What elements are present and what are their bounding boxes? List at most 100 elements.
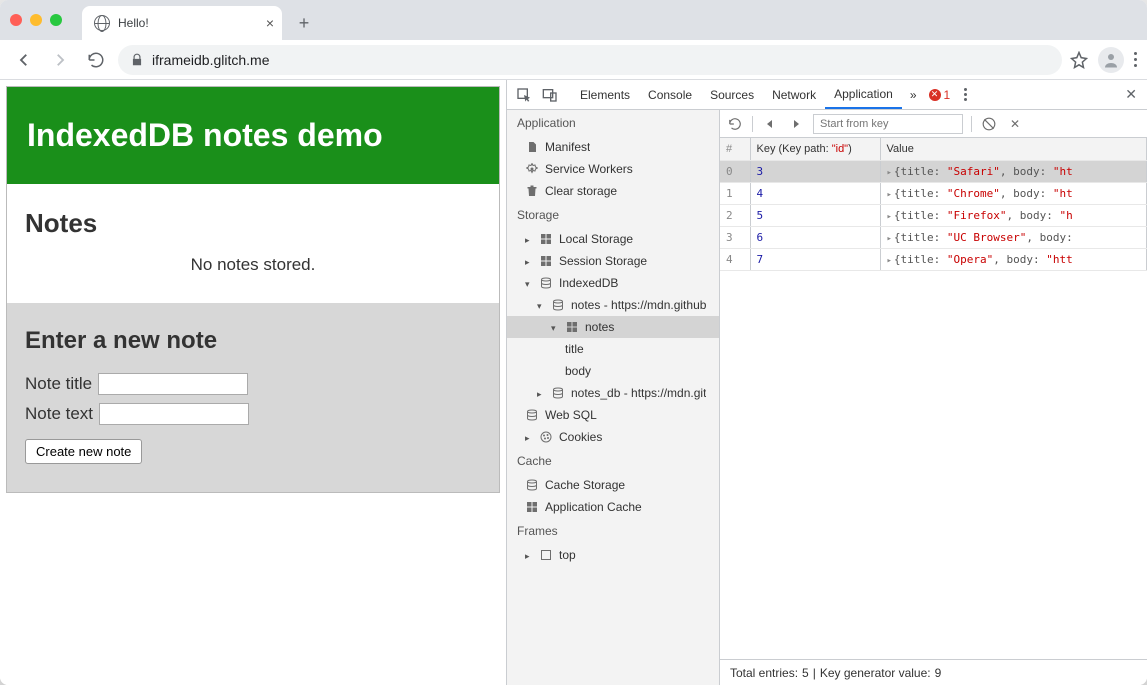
col-index[interactable]: # [720, 138, 750, 160]
forward-button[interactable] [46, 46, 74, 74]
row-index: 1 [720, 182, 750, 204]
row-value: ▸{title: "Chrome", body: "ht [880, 182, 1147, 204]
section-application: Application [507, 110, 719, 136]
form-heading: Enter a new note [25, 327, 481, 355]
device-toolbar-icon[interactable] [539, 84, 561, 106]
sidebar-item-session-storage[interactable]: Session Storage [507, 250, 719, 272]
no-notes-text: No notes stored. [25, 255, 481, 275]
note-text-input[interactable] [99, 403, 249, 425]
lock-icon [130, 53, 144, 67]
new-tab-button[interactable]: + [290, 9, 318, 37]
table-row[interactable]: 36▸{title: "UC Browser", body: [720, 226, 1147, 248]
title-row: Note title [25, 373, 481, 395]
row-index: 2 [720, 204, 750, 226]
frame-icon [539, 548, 553, 562]
tab-elements[interactable]: Elements [571, 80, 639, 109]
close-tab-icon[interactable]: × [266, 15, 274, 31]
clear-store-icon[interactable] [980, 115, 998, 133]
col-key[interactable]: Key (Key path: "id") [750, 138, 880, 160]
more-tabs-icon[interactable]: » [906, 88, 921, 102]
minimize-window-icon[interactable] [30, 14, 42, 26]
sidebar-item-service-workers[interactable]: Service Workers [507, 158, 719, 180]
row-key: 6 [750, 226, 880, 248]
tab-sources[interactable]: Sources [701, 80, 763, 109]
maximize-window-icon[interactable] [50, 14, 62, 26]
gear-icon [525, 162, 539, 176]
sidebar-item-cookies[interactable]: Cookies [507, 426, 719, 448]
create-note-button[interactable]: Create new note [25, 439, 142, 464]
profile-avatar-icon[interactable] [1098, 47, 1124, 73]
browser-tab[interactable]: Hello! × [82, 6, 282, 40]
sidebar-item-app-cache[interactable]: Application Cache [507, 496, 719, 518]
new-note-form: Enter a new note Note title Note text Cr… [7, 303, 499, 492]
inspect-element-icon[interactable] [513, 84, 535, 106]
caret-icon [537, 298, 545, 312]
sidebar-item-manifest[interactable]: Manifest [507, 136, 719, 158]
sidebar-item-indexeddb[interactable]: IndexedDB [507, 272, 719, 294]
devtools-close-icon[interactable]: ✕ [1121, 86, 1141, 103]
sidebar-item-clear-storage[interactable]: Clear storage [507, 180, 719, 202]
browser-menu-icon[interactable] [1134, 52, 1137, 67]
table-row[interactable]: 03▸{title: "Safari", body: "ht [720, 160, 1147, 182]
data-table: # Key (Key path: "id") Value 03▸{title: … [720, 138, 1147, 659]
sidebar-item-index-body[interactable]: body [507, 360, 719, 382]
prev-page-icon[interactable] [761, 115, 779, 133]
error-icon: ✕ [929, 89, 941, 101]
devtools-body: Application Manifest Service Workers Cle… [507, 110, 1147, 685]
database-icon [525, 408, 539, 422]
caret-icon [537, 386, 545, 400]
devtools-tabbar: Elements Console Sources Network Applica… [507, 80, 1147, 110]
tab-application[interactable]: Application [825, 80, 902, 109]
devtools-main: ✕ # Key (Key path: "id") Value 0 [720, 110, 1147, 685]
col-value[interactable]: Value [880, 138, 1147, 160]
content-area: IndexedDB notes demo Notes No notes stor… [0, 80, 1147, 685]
refresh-icon[interactable] [726, 115, 744, 133]
trash-icon [525, 184, 539, 198]
sidebar-item-notes-db[interactable]: notes - https://mdn.github [507, 294, 719, 316]
row-value: ▸{title: "Safari", body: "ht [880, 160, 1147, 182]
table-row[interactable]: 14▸{title: "Chrome", body: "ht [720, 182, 1147, 204]
page-container: IndexedDB notes demo Notes No notes stor… [6, 86, 500, 493]
sidebar-item-cache-storage[interactable]: Cache Storage [507, 474, 719, 496]
cookie-icon [539, 430, 553, 444]
tab-strip: Hello! × + [0, 0, 1147, 40]
sidebar-item-local-storage[interactable]: Local Storage [507, 228, 719, 250]
grid-icon [539, 254, 553, 268]
sidebar-item-notes-store[interactable]: notes [507, 316, 719, 338]
back-button[interactable] [10, 46, 38, 74]
table-row[interactable]: 47▸{title: "Opera", body: "htt [720, 248, 1147, 270]
tab-title: Hello! [118, 16, 149, 30]
database-icon [551, 386, 565, 400]
tab-network[interactable]: Network [763, 80, 825, 109]
total-entries-label: Total entries: [730, 666, 798, 680]
close-window-icon[interactable] [10, 14, 22, 26]
row-value: ▸{title: "Opera", body: "htt [880, 248, 1147, 270]
grid-icon [539, 232, 553, 246]
sidebar-item-top-frame[interactable]: top [507, 544, 719, 566]
sidebar-item-websql[interactable]: Web SQL [507, 404, 719, 426]
row-key: 4 [750, 182, 880, 204]
sidebar-item-notesdb2[interactable]: notes_db - https://mdn.git [507, 382, 719, 404]
section-storage: Storage [507, 202, 719, 228]
section-cache: Cache [507, 448, 719, 474]
webpage: IndexedDB notes demo Notes No notes stor… [0, 80, 506, 685]
bookmark-star-icon[interactable] [1070, 51, 1088, 69]
note-title-input[interactable] [98, 373, 248, 395]
table-row[interactable]: 25▸{title: "Firefox", body: "h [720, 204, 1147, 226]
row-key: 3 [750, 160, 880, 182]
notes-section: Notes No notes stored. [7, 184, 499, 303]
note-title-label: Note title [25, 374, 92, 394]
file-icon [525, 140, 539, 154]
status-bar: Total entries: 5 | Key generator value: … [720, 659, 1147, 685]
delete-selected-icon[interactable]: ✕ [1006, 115, 1024, 133]
reload-button[interactable] [82, 46, 110, 74]
caret-icon [551, 320, 559, 334]
start-key-input[interactable] [813, 114, 963, 134]
next-page-icon[interactable] [787, 115, 805, 133]
devtools-menu-icon[interactable] [954, 84, 976, 106]
address-bar[interactable]: iframeidb.glitch.me [118, 45, 1062, 75]
devtools-panel: Elements Console Sources Network Applica… [506, 80, 1147, 685]
tab-console[interactable]: Console [639, 80, 701, 109]
error-indicator[interactable]: ✕1 [929, 88, 951, 102]
sidebar-item-index-title[interactable]: title [507, 338, 719, 360]
